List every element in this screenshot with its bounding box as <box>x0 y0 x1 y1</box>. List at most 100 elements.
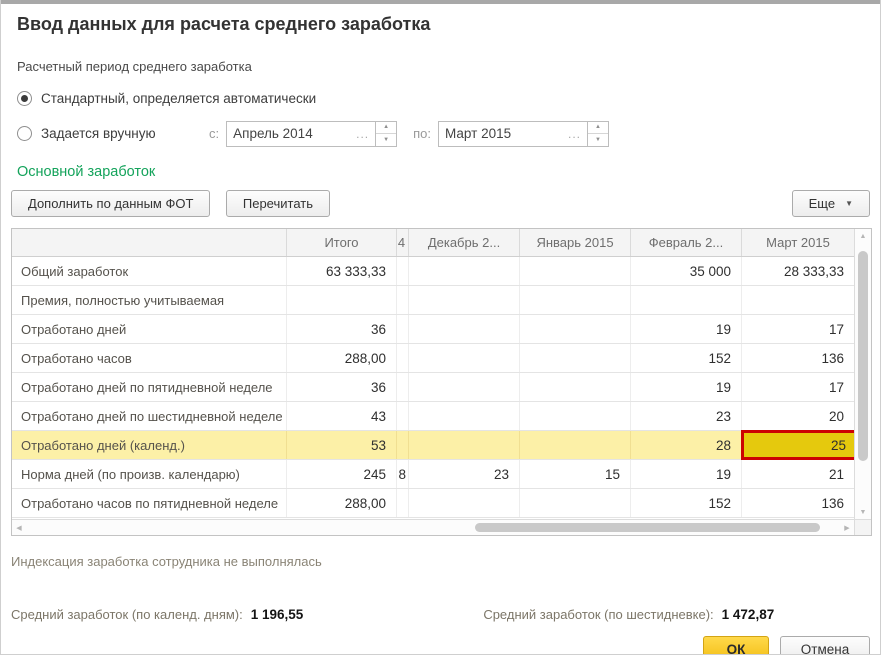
table-cell[interactable] <box>520 402 631 430</box>
more-button[interactable]: Еще ▼ <box>792 190 870 217</box>
table-cell[interactable]: 136 <box>742 344 854 372</box>
table-cell[interactable] <box>520 431 631 459</box>
table-cell[interactable]: 152 <box>631 489 742 517</box>
table-cell[interactable]: 23 <box>631 402 742 430</box>
table-cell[interactable]: 136 <box>742 489 854 517</box>
table-cell[interactable]: 8 <box>397 460 409 488</box>
table-cell[interactable] <box>409 315 520 343</box>
table-cell[interactable] <box>520 489 631 517</box>
row-label[interactable]: Отработано дней (календ.) <box>12 431 287 459</box>
table-cell[interactable]: 152 <box>631 344 742 372</box>
reread-button[interactable]: Перечитать <box>226 190 330 217</box>
ok-button[interactable]: ОК <box>703 636 769 655</box>
table-cell[interactable]: 36 <box>287 373 397 401</box>
table-cell[interactable]: 35 000 <box>631 257 742 285</box>
table-cell[interactable] <box>409 373 520 401</box>
row-label[interactable]: Премия, полностью учитываемая <box>12 286 287 314</box>
selected-cell[interactable]: 25 <box>742 431 854 459</box>
from-spinner-down-icon[interactable]: ▼ <box>376 134 396 146</box>
table-cell[interactable]: 19 <box>631 315 742 343</box>
to-field[interactable]: Март 2015 ... <box>438 121 588 147</box>
radio-row-auto: Стандартный, определяется автоматически <box>17 88 870 108</box>
row-label[interactable]: Отработано дней по пятидневной неделе <box>12 373 287 401</box>
earnings-table: Итого4Декабрь 2...Январь 2015Февраль 2..… <box>11 228 872 536</box>
table-cell[interactable]: 36 <box>287 315 397 343</box>
table-cell[interactable] <box>397 315 409 343</box>
table-cell[interactable]: 288,00 <box>287 344 397 372</box>
radio-manual[interactable] <box>17 126 32 141</box>
to-spinner[interactable]: ▲ ▼ <box>588 121 609 147</box>
vertical-scrollbar-thumb[interactable] <box>858 251 868 461</box>
table-cell[interactable] <box>409 257 520 285</box>
table-cell[interactable] <box>520 257 631 285</box>
table-cell[interactable]: 17 <box>742 373 854 401</box>
horizontal-scrollbar[interactable]: ◀ ▶ <box>12 519 854 535</box>
column-header[interactable] <box>12 229 287 256</box>
table-cell[interactable]: 245 <box>287 460 397 488</box>
cancel-button[interactable]: Отмена <box>780 636 870 655</box>
table-cell[interactable]: 28 333,33 <box>742 257 854 285</box>
table-cell[interactable]: 53 <box>287 431 397 459</box>
table-cell[interactable] <box>409 344 520 372</box>
table-cell[interactable]: 17 <box>742 315 854 343</box>
column-header[interactable]: Январь 2015 <box>520 229 631 256</box>
row-label[interactable]: Отработано часов по пятидневной неделе <box>12 489 287 517</box>
table-cell[interactable] <box>397 257 409 285</box>
table-cell[interactable]: 63 333,33 <box>287 257 397 285</box>
horizontal-scrollbar-thumb[interactable] <box>475 523 820 532</box>
table-cell[interactable] <box>520 286 631 314</box>
table-cell[interactable] <box>397 344 409 372</box>
column-header[interactable]: Декабрь 2... <box>409 229 520 256</box>
table-cell[interactable] <box>397 286 409 314</box>
table-cell[interactable] <box>397 431 409 459</box>
to-spinner-up-icon[interactable]: ▲ <box>588 122 608 135</box>
table-cell[interactable]: 20 <box>742 402 854 430</box>
table-cell[interactable] <box>397 402 409 430</box>
column-header[interactable]: Итого <box>287 229 397 256</box>
table-cell[interactable]: 19 <box>631 460 742 488</box>
scroll-up-icon[interactable]: ▲ <box>855 229 871 243</box>
table-cell[interactable] <box>409 431 520 459</box>
to-label: по: <box>413 126 431 141</box>
table-cell[interactable] <box>287 286 397 314</box>
table-cell[interactable]: 15 <box>520 460 631 488</box>
table-cell[interactable]: 19 <box>631 373 742 401</box>
from-field[interactable]: Апрель 2014 ... <box>226 121 376 147</box>
vertical-scrollbar[interactable]: ▲ ▼ <box>854 229 871 519</box>
table-cell[interactable] <box>520 373 631 401</box>
table-cell[interactable]: 288,00 <box>287 489 397 517</box>
from-picker-button[interactable]: ... <box>356 127 369 141</box>
column-header[interactable]: Март 2015 <box>742 229 854 256</box>
row-label[interactable]: Общий заработок <box>12 257 287 285</box>
table-cell[interactable] <box>397 489 409 517</box>
scroll-down-icon[interactable]: ▼ <box>855 505 871 519</box>
table-cell[interactable] <box>742 286 854 314</box>
table-cell[interactable] <box>397 373 409 401</box>
to-spinner-down-icon[interactable]: ▼ <box>588 134 608 146</box>
scroll-left-icon[interactable]: ◀ <box>12 520 26 535</box>
table-cell[interactable] <box>409 286 520 314</box>
table-cell[interactable] <box>520 344 631 372</box>
row-label[interactable]: Норма дней (по произв. календарю) <box>12 460 287 488</box>
table-cell[interactable]: 21 <box>742 460 854 488</box>
from-spinner[interactable]: ▲ ▼ <box>376 121 397 147</box>
window-edge <box>1 0 880 4</box>
row-label[interactable]: Отработано дней по шестидневной неделе <box>12 402 287 430</box>
column-header[interactable]: Февраль 2... <box>631 229 742 256</box>
indexation-note: Индексация заработка сотрудника не выпол… <box>11 554 870 569</box>
fill-from-fot-button[interactable]: Дополнить по данным ФОТ <box>11 190 210 217</box>
table-cell[interactable]: 43 <box>287 402 397 430</box>
radio-standard-auto[interactable] <box>17 91 32 106</box>
to-picker-button[interactable]: ... <box>568 127 581 141</box>
table-cell[interactable] <box>409 489 520 517</box>
scroll-right-icon[interactable]: ▶ <box>840 520 854 535</box>
table-cell[interactable]: 23 <box>409 460 520 488</box>
table-cell[interactable] <box>409 402 520 430</box>
table-cell[interactable] <box>520 315 631 343</box>
from-spinner-up-icon[interactable]: ▲ <box>376 122 396 135</box>
row-label[interactable]: Отработано дней <box>12 315 287 343</box>
row-label[interactable]: Отработано часов <box>12 344 287 372</box>
column-header[interactable]: 4 <box>397 229 409 256</box>
table-cell[interactable] <box>631 286 742 314</box>
table-cell[interactable]: 28 <box>631 431 742 459</box>
